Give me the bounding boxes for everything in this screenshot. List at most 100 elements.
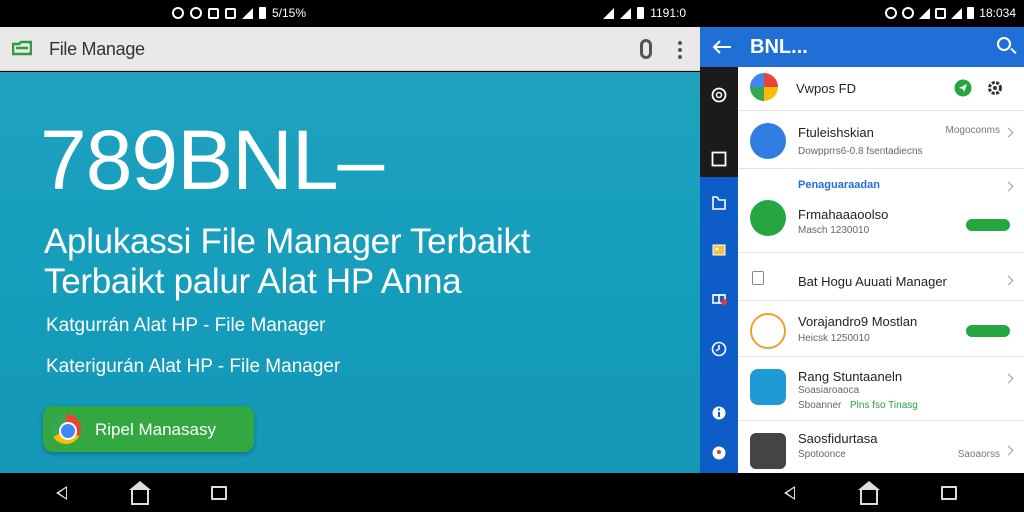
list-item-title: Rang Stuntaaneln xyxy=(798,369,903,384)
wifi-icon xyxy=(603,7,615,19)
section-header: Penaguaraadan xyxy=(738,171,1024,197)
tablet-icon xyxy=(750,369,786,405)
wifi-icon xyxy=(919,7,931,19)
list-item-subtitle-extra: Sboanner xyxy=(798,400,842,411)
chrome-rail-icon[interactable] xyxy=(711,87,727,103)
settings-gear-icon[interactable] xyxy=(986,79,1004,97)
chevron-right-icon xyxy=(1003,127,1014,138)
home-nav-icon[interactable] xyxy=(129,481,151,505)
list-item-title: Ftuleishskian xyxy=(798,125,874,140)
list-item-meta: Mogoconms xyxy=(945,125,1000,136)
home-nav-icon[interactable] xyxy=(858,481,880,505)
app-bar: BNL... xyxy=(700,27,1024,67)
nfc-icon xyxy=(208,7,219,19)
list-item-status-text: Plns fso Tinasg xyxy=(850,400,918,411)
recents-nav-icon[interactable] xyxy=(211,486,227,500)
list-item[interactable]: Frmahaaaoolso Masch 1230010 xyxy=(738,197,1024,253)
list-item-subtitle: Dowpprrs6-0.8 fsentadiecns xyxy=(798,146,923,157)
gallery-rail-icon[interactable] xyxy=(711,242,727,258)
search-icon[interactable] xyxy=(997,37,1011,51)
list-item-meta: Saoaorss xyxy=(957,449,1000,460)
section-label: Penaguaraadan xyxy=(798,179,880,191)
status-bar: 5/15% 1191:0 xyxy=(0,0,700,27)
app-bar: File Manage xyxy=(0,27,700,71)
list-item[interactable]: Ftuleishskian Dowpprrs6-0.8 fsentadiecns… xyxy=(738,113,1024,169)
account-rail-icon[interactable] xyxy=(711,445,727,461)
chrome-icon xyxy=(51,414,81,444)
status-time: 18:034 xyxy=(979,6,1016,20)
square-rail-icon[interactable] xyxy=(711,151,727,167)
info-rail-icon[interactable] xyxy=(711,405,727,421)
list-item[interactable]: Saosfidurtasa Spotoonce Saoaorss xyxy=(738,423,1024,473)
side-rail-top xyxy=(700,67,738,177)
shield-icon xyxy=(190,7,202,19)
list-item-title: Vorajandro9 Mostlan xyxy=(798,314,918,329)
brand-icon xyxy=(750,73,778,101)
hero-category-line1: Katgurrán Alat HP - File Manager xyxy=(46,315,326,336)
app-title: BNL... xyxy=(750,36,808,58)
list-item-header[interactable]: Vwpos FD xyxy=(738,67,1024,111)
hero-title: 789BNL– xyxy=(40,113,384,207)
hero-subtitle-line1: Aplukassi File Manager Terbaikt xyxy=(44,222,531,261)
list-item-subtitle: Masch 1230010 xyxy=(798,225,870,236)
list-item[interactable]: Vorajandro9 Mostlan Heicsk 1250010 xyxy=(738,303,1024,357)
battery-icon-right xyxy=(637,7,645,19)
status-badge xyxy=(966,219,1010,231)
navigation-bar xyxy=(700,473,1024,512)
back-nav-icon[interactable] xyxy=(56,486,67,500)
chevron-right-icon xyxy=(1003,445,1014,456)
navigation-bar xyxy=(0,473,700,512)
chevron-right-icon xyxy=(1003,373,1014,384)
hero-banner: 789BNL– Aplukassi File Manager Terbaikt … xyxy=(0,72,700,473)
status-icons: 18:034 xyxy=(885,6,1016,20)
recents-nav-icon[interactable] xyxy=(941,486,957,500)
list-item-title: Saosfidurtasa xyxy=(798,431,878,446)
app-icon xyxy=(750,313,786,349)
person-search-icon xyxy=(750,123,786,159)
status-bar-right: 18:034 xyxy=(700,0,1024,27)
status-icons-left: 5/15% xyxy=(172,6,306,20)
list-item[interactable]: Rang Stuntaaneln Soasiaroaoca Sboanner P… xyxy=(738,359,1024,421)
list-item-title: Frmahaaaoolso xyxy=(798,207,889,222)
battery-percent: 5/15% xyxy=(272,6,307,20)
list-item-title: Vwpos FD xyxy=(796,81,856,96)
list-item[interactable]: Bat Hogu Auuati Manager xyxy=(738,255,1024,301)
list-item-subtitle: Spotoonce xyxy=(798,449,846,460)
more-options-icon[interactable] xyxy=(678,41,682,59)
notification-icon xyxy=(172,7,184,19)
back-arrow-icon[interactable] xyxy=(712,40,732,54)
cell-signal-icon xyxy=(620,7,632,19)
attachment-icon[interactable] xyxy=(640,39,652,59)
status-icons-right: 1191:0 xyxy=(603,6,686,20)
gallery-icon xyxy=(225,7,236,19)
hero-category-line2: Katerigurán Alat HP - File Manager xyxy=(46,356,341,377)
back-nav-icon[interactable] xyxy=(784,486,795,500)
clock-rail-icon[interactable] xyxy=(711,341,727,357)
chevron-right-icon xyxy=(1003,181,1014,192)
spreadsheet-icon xyxy=(750,200,786,236)
download-button-label: Ripel Manasasy xyxy=(95,420,216,439)
gift-rail-icon[interactable] xyxy=(711,289,727,305)
battery-icon xyxy=(967,7,975,19)
shield-icon xyxy=(902,7,915,19)
side-rail xyxy=(700,67,738,473)
status-badge xyxy=(966,325,1010,337)
list-item-subtitle: Heicsk 1250010 xyxy=(798,333,870,344)
folder-icon[interactable] xyxy=(12,40,32,56)
list-item-title: Bat Hogu Auuati Manager xyxy=(798,274,947,289)
alarm-icon xyxy=(885,7,898,19)
status-time: 1191:0 xyxy=(650,6,686,20)
send-icon[interactable] xyxy=(954,79,972,97)
list-item-subtitle: Soasiaroaoca xyxy=(798,385,860,396)
right-phone-screen: 18:034 BNL... Vwpos FD Ftuleishskian Dow… xyxy=(700,0,1024,512)
gallery-icon xyxy=(935,7,947,19)
left-phone-screen: 5/15% 1191:0 File Manage 789BNL– Aplukas… xyxy=(0,0,700,512)
chevron-right-icon xyxy=(1003,275,1014,286)
file-icon xyxy=(752,271,764,285)
hero-subtitle-line2: Terbaikt palur Alat HP Anna xyxy=(44,262,462,301)
folder-rail-icon[interactable] xyxy=(711,195,727,211)
app-title: File Manage xyxy=(49,39,145,59)
download-button[interactable]: Ripel Manasasy xyxy=(43,406,254,452)
file-list: Vwpos FD Ftuleishskian Dowpprrs6-0.8 fse… xyxy=(738,67,1024,473)
battery-icon xyxy=(259,7,266,19)
